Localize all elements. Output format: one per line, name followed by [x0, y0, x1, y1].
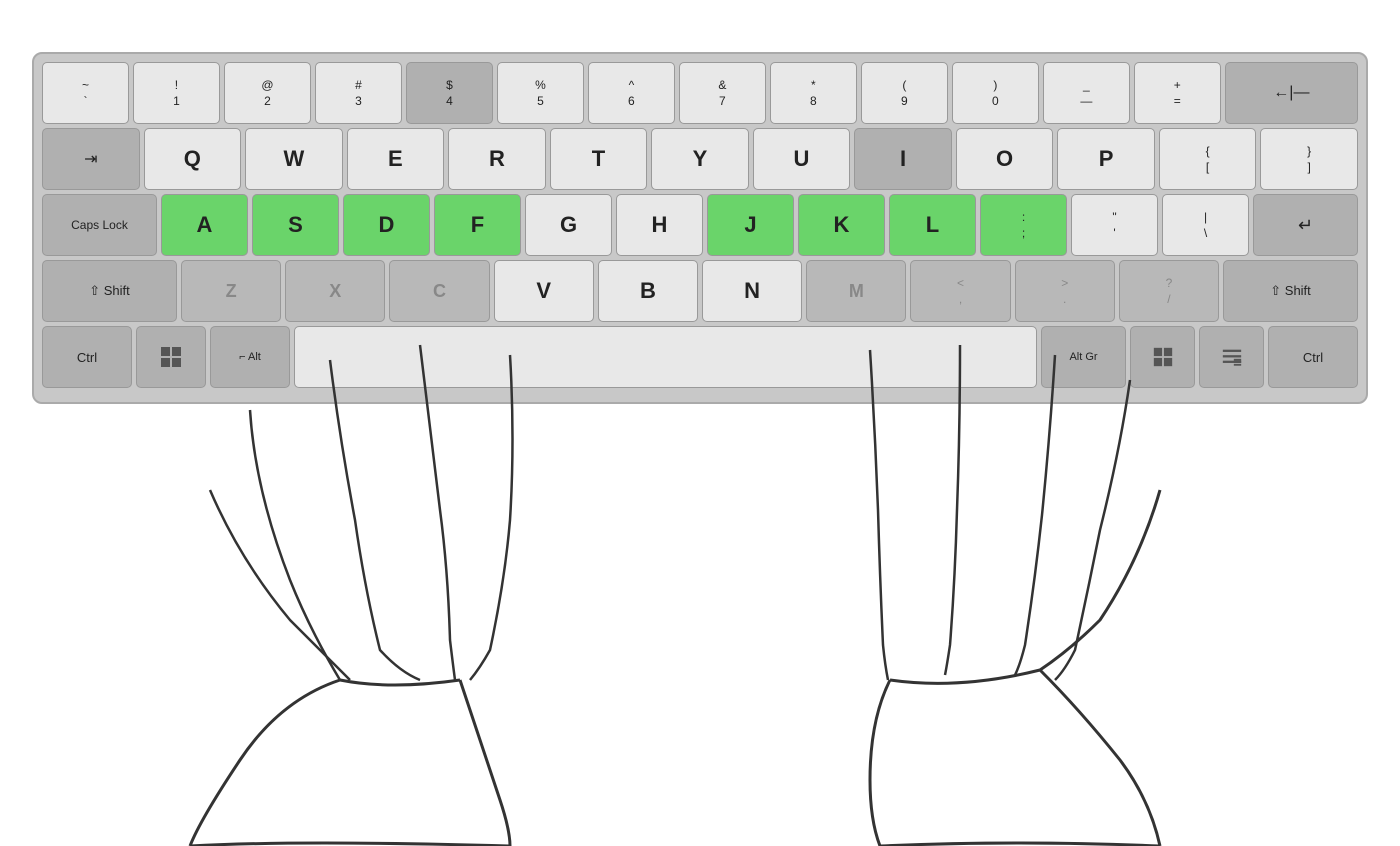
key-backspace[interactable]: ←|— [1225, 62, 1358, 124]
key-6[interactable]: ^6 [588, 62, 675, 124]
key-altgr[interactable]: Alt Gr [1041, 326, 1126, 388]
key-menu[interactable] [1199, 326, 1264, 388]
key-2[interactable]: @2 [224, 62, 311, 124]
right-palm-right [1040, 670, 1160, 846]
key-alt-left[interactable]: ⌐ Alt [210, 326, 290, 388]
home-row: Caps Lock A S D F G H J K L :; "' |\ ↵ [42, 194, 1358, 256]
key-backslash[interactable]: |\ [1162, 194, 1249, 256]
key-ctrl-left[interactable]: Ctrl [42, 326, 132, 388]
key-7[interactable]: &7 [679, 62, 766, 124]
key-4[interactable]: $4 [406, 62, 493, 124]
key-comma[interactable]: <, [910, 260, 1010, 322]
key-r[interactable]: R [448, 128, 546, 190]
key-e[interactable]: E [347, 128, 445, 190]
key-o[interactable]: O [956, 128, 1054, 190]
key-x[interactable]: X [285, 260, 385, 322]
key-p[interactable]: P [1057, 128, 1155, 190]
key-v[interactable]: V [494, 260, 594, 322]
key-enter[interactable]: ↵ [1253, 194, 1358, 256]
key-rbracket[interactable]: }] [1260, 128, 1358, 190]
key-period[interactable]: >. [1015, 260, 1115, 322]
key-shift-right[interactable]: ⇧ Shift [1223, 260, 1358, 322]
key-backtick[interactable]: ~` [42, 62, 129, 124]
key-y[interactable]: Y [651, 128, 749, 190]
key-q[interactable]: Q [144, 128, 242, 190]
key-equals[interactable]: += [1134, 62, 1221, 124]
left-palm-left [190, 680, 340, 846]
left-pinky [250, 410, 340, 680]
left-ring [330, 360, 420, 680]
key-c[interactable]: C [389, 260, 489, 322]
scene: ~` !1 @2 #3 $4 %5 ^6 &7 [0, 0, 1400, 846]
key-f[interactable]: F [434, 194, 521, 256]
key-win-right[interactable] [1130, 326, 1195, 388]
key-semicolon[interactable]: :; [980, 194, 1067, 256]
windows-logo-right-icon [1152, 346, 1174, 368]
key-i[interactable]: I [854, 128, 952, 190]
key-3[interactable]: #3 [315, 62, 402, 124]
menu-icon [1221, 346, 1243, 368]
key-w[interactable]: W [245, 128, 343, 190]
key-space[interactable] [294, 326, 1037, 388]
key-m[interactable]: M [806, 260, 906, 322]
key-5[interactable]: %5 [497, 62, 584, 124]
key-u[interactable]: U [753, 128, 851, 190]
key-l[interactable]: L [889, 194, 976, 256]
number-row: ~` !1 @2 #3 $4 %5 ^6 &7 [42, 62, 1358, 124]
key-z[interactable]: Z [181, 260, 281, 322]
key-b[interactable]: B [598, 260, 698, 322]
key-n[interactable]: N [702, 260, 802, 322]
key-capslock[interactable]: Caps Lock [42, 194, 157, 256]
key-9[interactable]: (9 [861, 62, 948, 124]
key-0[interactable]: )0 [952, 62, 1039, 124]
key-8[interactable]: *8 [770, 62, 857, 124]
key-t[interactable]: T [550, 128, 648, 190]
shift-row: ⇧ Shift Z X C V B N M <, >. ?/ ⇧ Shift [42, 260, 1358, 322]
key-tab[interactable]: ⇥ [42, 128, 140, 190]
right-palm-left [870, 680, 890, 846]
key-shift-left[interactable]: ⇧ Shift [42, 260, 177, 322]
key-j[interactable]: J [707, 194, 794, 256]
left-palm-right [460, 680, 510, 846]
key-h[interactable]: H [616, 194, 703, 256]
key-ctrl-right[interactable]: Ctrl [1268, 326, 1358, 388]
key-slash[interactable]: ?/ [1119, 260, 1219, 322]
key-quote[interactable]: "' [1071, 194, 1158, 256]
left-palm-top [340, 680, 460, 685]
key-g[interactable]: G [525, 194, 612, 256]
left-thumb [210, 490, 350, 680]
windows-logo-icon [159, 345, 183, 369]
key-a[interactable]: A [161, 194, 248, 256]
right-pinky [1055, 380, 1130, 680]
right-palm-top [890, 670, 1040, 683]
bottom-row: Ctrl ⌐ Alt Alt Gr [42, 326, 1358, 388]
key-lbracket[interactable]: {[ [1159, 128, 1257, 190]
key-d[interactable]: D [343, 194, 430, 256]
qwerty-row: ⇥ Q W E R T Y U I O P {[ }] [42, 128, 1358, 190]
key-1[interactable]: !1 [133, 62, 220, 124]
key-win-left[interactable] [136, 326, 206, 388]
keyboard: ~` !1 @2 #3 $4 %5 ^6 &7 [32, 52, 1368, 404]
key-s[interactable]: S [252, 194, 339, 256]
key-k[interactable]: K [798, 194, 885, 256]
key-minus[interactable]: _— [1043, 62, 1130, 124]
right-thumb [1040, 490, 1160, 670]
